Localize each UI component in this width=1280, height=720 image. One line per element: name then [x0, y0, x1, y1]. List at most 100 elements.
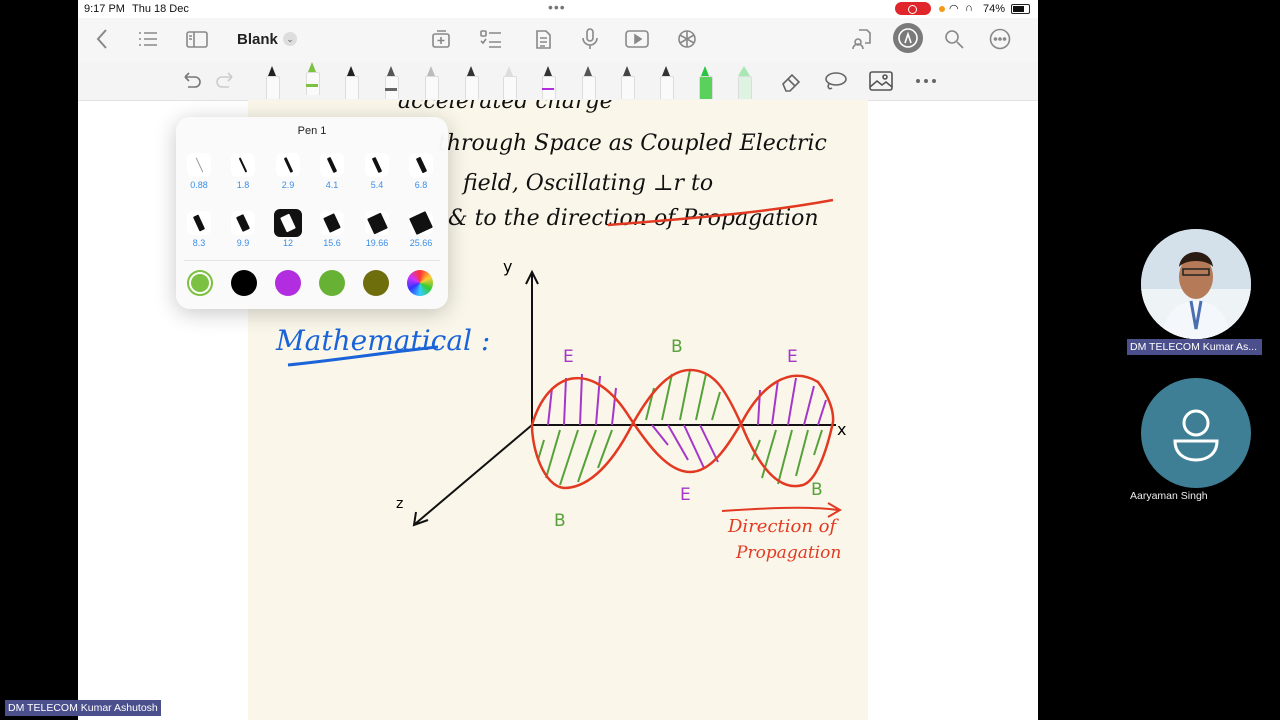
participant-tile-2[interactable]: [1141, 378, 1251, 488]
status-bar: 9:17 PM Thu 18 Dec ••• ◠ ∩ 74%: [78, 0, 1038, 18]
wave-label-bottom-3: B: [811, 480, 823, 500]
person-avatar-icon: [1141, 229, 1251, 339]
media-button[interactable]: [624, 25, 650, 53]
width-option-selected[interactable]: 12: [274, 209, 302, 251]
color-swatch-green-selected[interactable]: [187, 270, 213, 296]
wave-label-top-1: E: [563, 347, 574, 367]
color-swatch-purple[interactable]: [275, 270, 301, 296]
audio-record-button[interactable]: [578, 25, 602, 53]
insert-image-button[interactable]: [868, 70, 894, 97]
popover-divider: [184, 260, 440, 261]
pen-1-tool-selected[interactable]: [305, 62, 320, 95]
note-line-1: accelerated charge: [398, 100, 613, 114]
wave-label-top-3: E: [787, 347, 798, 367]
width-option[interactable]: 6.8: [407, 153, 435, 193]
collaborate-button[interactable]: [849, 25, 875, 53]
more-button[interactable]: [988, 25, 1012, 53]
fountain-pen-tool[interactable]: [265, 66, 280, 99]
wave-label-bottom-1: B: [554, 511, 566, 531]
undo-button[interactable]: [179, 70, 203, 97]
pencil-tip-icon: [898, 28, 918, 48]
note-direction-of: Direction of: [727, 516, 840, 537]
color-swatch-green[interactable]: [319, 270, 345, 296]
checklist-button[interactable]: [479, 25, 503, 53]
pen-tool-dark[interactable]: [581, 66, 596, 99]
pencil-tool[interactable]: [424, 66, 439, 99]
pen-2-tool[interactable]: [344, 66, 359, 99]
axis-label-y: y: [503, 257, 512, 276]
title-menu-chevron-icon[interactable]: ⌄: [283, 32, 297, 46]
color-swatch-black[interactable]: [231, 270, 257, 296]
participant-video-1[interactable]: [1141, 229, 1251, 339]
add-page-icon: [432, 30, 450, 48]
color-picker-spectrum-icon[interactable]: [407, 270, 433, 296]
add-page-button[interactable]: [429, 25, 453, 53]
undo-icon: [184, 72, 201, 88]
width-option[interactable]: 1.8: [229, 153, 257, 193]
play-video-icon: [625, 30, 649, 48]
width-option[interactable]: 8.3: [185, 211, 213, 251]
ipad-screen: 9:17 PM Thu 18 Dec ••• ◠ ∩ 74% Blank ⌄ a…: [78, 0, 1038, 720]
toolbar-more-button[interactable]: [914, 71, 938, 96]
ai-knot-icon: [678, 30, 696, 48]
battery-percent: 74%: [983, 3, 1006, 15]
width-option[interactable]: 25.66: [407, 211, 435, 251]
width-option[interactable]: 4.1: [318, 153, 346, 193]
lasso-button[interactable]: [823, 70, 849, 97]
status-time: 9:17 PM: [84, 3, 125, 15]
search-icon: [945, 30, 964, 49]
more-options-icon: [989, 28, 1011, 50]
note-line-2: through Space as Coupled Electric: [438, 131, 827, 156]
ai-assistant-button[interactable]: [674, 25, 700, 53]
multitask-dots-icon[interactable]: •••: [548, 0, 566, 15]
highlighter-tool-green[interactable]: [698, 66, 713, 99]
sidebar-button[interactable]: [184, 25, 210, 53]
presenter-name-label: DM TELECOM Kumar Ashutosh: [5, 700, 161, 716]
participant-name-1: DM TELECOM Kumar As...: [1127, 339, 1262, 355]
user-placeholder-icon: [1173, 409, 1219, 462]
redo-button[interactable]: [214, 70, 238, 97]
sidebar-icon: [186, 31, 208, 48]
brush-tool-purple[interactable]: [541, 66, 556, 99]
screen-recording-icon[interactable]: [895, 2, 931, 15]
document-title[interactable]: Blank: [237, 31, 278, 48]
highlighter-tool-light[interactable]: [502, 66, 517, 99]
template-button[interactable]: [531, 25, 555, 53]
eraser-button[interactable]: [779, 70, 805, 97]
wifi-icon: ◠: [949, 3, 959, 15]
back-button[interactable]: [92, 25, 112, 53]
chevron-left-icon: [96, 29, 107, 49]
pen-3-tool[interactable]: [384, 66, 399, 99]
share-doc-icon: [852, 29, 871, 50]
width-option[interactable]: 9.9: [229, 211, 257, 251]
width-option[interactable]: 5.4: [363, 153, 391, 193]
color-swatch-olive[interactable]: [363, 270, 389, 296]
pen-tool-grey[interactable]: [620, 66, 635, 99]
width-option[interactable]: 2.9: [274, 153, 302, 193]
width-option[interactable]: 15.6: [318, 211, 346, 251]
highlighter-tool-mint[interactable]: [737, 66, 752, 99]
note-line-3: field, Oscillating ⊥r to: [461, 171, 713, 196]
marker-tool[interactable]: [464, 66, 479, 99]
wave-envelope: [530, 368, 835, 490]
calligraphy-tool[interactable]: [659, 66, 674, 99]
image-icon: [869, 71, 893, 91]
redo-icon: [216, 72, 233, 88]
lasso-icon: [825, 72, 847, 90]
participant-name-2: Aaryaman Singh: [1130, 490, 1208, 502]
pen-mode-button[interactable]: [893, 23, 923, 53]
popover-title: Pen 1: [297, 125, 327, 137]
headphones-icon: ∩: [965, 2, 973, 14]
axis-label-z: z: [396, 496, 403, 512]
eraser-icon: [782, 73, 801, 92]
width-option[interactable]: 19.66: [363, 211, 391, 251]
status-date: Thu 18 Dec: [132, 3, 189, 15]
checklist-icon: [480, 30, 501, 48]
mic-indicator-icon: [939, 6, 945, 12]
width-option[interactable]: 0.88: [185, 153, 213, 193]
pages-list-button[interactable]: [136, 25, 160, 53]
pen-settings-popover: Pen 1 0.88 1.8 2.9 4.1 5.4 6.8 8.3 9.9 1…: [176, 117, 448, 309]
battery-icon: [1011, 4, 1030, 14]
more-horizontal-icon: [916, 79, 936, 83]
search-button[interactable]: [942, 25, 966, 53]
